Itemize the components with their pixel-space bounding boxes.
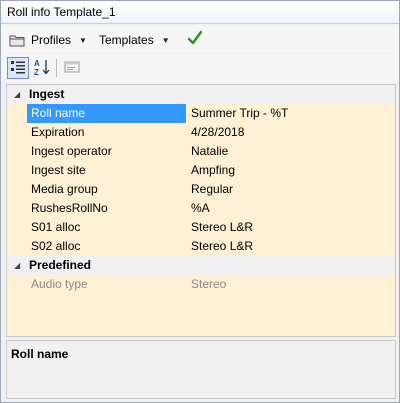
svg-text:A: A — [34, 59, 40, 68]
property-row-rushes-roll-no[interactable]: RushesRollNo %A — [7, 199, 395, 218]
profiles-menu[interactable]: Profiles ▼ — [9, 31, 87, 49]
grid-toolbar: A Z — [1, 54, 399, 82]
roll-info-window: Roll info Template_1 Profiles ▼ Template… — [0, 0, 400, 403]
property-value: Stereo — [191, 277, 227, 291]
property-row-audio-type[interactable]: Audio type Stereo — [7, 275, 395, 294]
property-row-ingest-operator[interactable]: Ingest operator Natalie — [7, 142, 395, 161]
property-value[interactable]: Regular — [188, 180, 393, 199]
property-name[interactable]: Expiration — [27, 123, 186, 142]
folder-icon — [9, 34, 25, 47]
svg-text:Z: Z — [34, 68, 39, 76]
templates-label: Templates — [99, 33, 154, 47]
property-row-media-group[interactable]: Media group Regular — [7, 180, 395, 199]
window-title: Roll info Template_1 — [7, 5, 116, 19]
property-row-ingest-site[interactable]: Ingest site Ampfing — [7, 161, 395, 180]
property-value[interactable]: 4/28/2018 — [188, 123, 393, 142]
property-row-s02-alloc[interactable]: S02 alloc Stereo L&R — [7, 237, 395, 256]
collapse-triangle-icon[interactable]: ◢ — [14, 90, 20, 99]
property-value[interactable]: Natalie — [188, 142, 393, 161]
property-name[interactable]: Ingest site — [27, 161, 186, 180]
checkmark-icon — [187, 30, 203, 49]
property-grid: ◢ Ingest Roll name Summer Trip - %T Expi… — [6, 84, 396, 337]
property-name[interactable]: RushesRollNo — [27, 199, 186, 218]
alphabetical-sort-button[interactable]: A Z — [31, 57, 53, 79]
description-panel: Roll name — [6, 340, 396, 399]
templates-menu[interactable]: Templates ▼ — [99, 31, 170, 49]
property-row-roll-name[interactable]: Roll name Summer Trip - %T — [7, 104, 395, 123]
property-row-s01-alloc[interactable]: S01 alloc Stereo L&R — [7, 218, 395, 237]
property-value[interactable]: Ampfing — [188, 161, 393, 180]
property-row-expiration[interactable]: Expiration 4/28/2018 — [7, 123, 395, 142]
property-value[interactable]: %A — [188, 199, 393, 218]
title-bar: Roll info Template_1 — [1, 1, 399, 24]
category-label: Predefined — [29, 258, 92, 272]
chevron-down-icon: ▼ — [79, 35, 87, 45]
chevron-down-icon: ▼ — [161, 35, 170, 45]
property-name[interactable]: S01 alloc — [27, 218, 186, 237]
property-value[interactable]: Stereo L&R — [188, 237, 393, 256]
menu-bar: Profiles ▼ Templates ▼ — [1, 25, 399, 53]
property-name: Audio type — [31, 277, 88, 291]
property-name[interactable]: Media group — [27, 180, 186, 199]
description-title: Roll name — [11, 347, 69, 361]
profiles-label: Profiles — [31, 33, 72, 47]
toolbar-separator — [56, 59, 57, 77]
category-label: Ingest — [29, 87, 65, 101]
property-pages-icon — [64, 60, 80, 77]
property-name[interactable]: Ingest operator — [27, 142, 186, 161]
property-name[interactable]: S02 alloc — [27, 237, 186, 256]
apply-button[interactable] — [187, 30, 203, 48]
category-predefined[interactable]: ◢ Predefined — [7, 256, 395, 275]
property-pages-button[interactable] — [61, 57, 83, 79]
category-ingest[interactable]: ◢ Ingest — [7, 85, 395, 104]
categorized-view-button[interactable] — [7, 57, 29, 79]
collapse-triangle-icon[interactable]: ◢ — [14, 261, 20, 270]
property-name[interactable]: Roll name — [27, 104, 186, 123]
sort-az-icon: A Z — [33, 58, 51, 79]
property-value[interactable]: Stereo L&R — [188, 218, 393, 237]
categorized-view-icon — [10, 60, 26, 77]
property-value[interactable]: Summer Trip - %T — [188, 104, 393, 123]
